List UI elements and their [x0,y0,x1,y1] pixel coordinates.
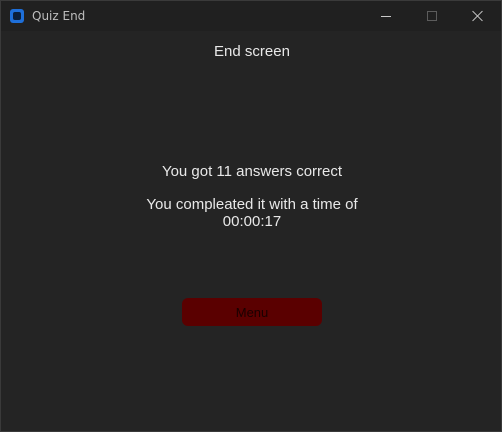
score-text: You got 11 answers correct [161,163,343,180]
time-value: 00:00:17 [222,213,282,230]
menu-button[interactable]: Menu [182,298,322,326]
app-window: Quiz End End screen You got 11 answers c… [0,0,502,432]
maximize-icon [427,11,437,21]
maximize-button[interactable] [409,1,455,31]
close-button[interactable] [455,1,501,31]
app-icon [10,9,24,23]
close-icon [472,10,484,22]
page-title: End screen [214,43,290,60]
minimize-icon [381,15,391,17]
window-title: Quiz End [32,9,86,23]
time-label: You compleated it with a time of [146,196,358,213]
minimize-button[interactable] [363,1,409,31]
title-bar[interactable]: Quiz End [1,1,501,31]
